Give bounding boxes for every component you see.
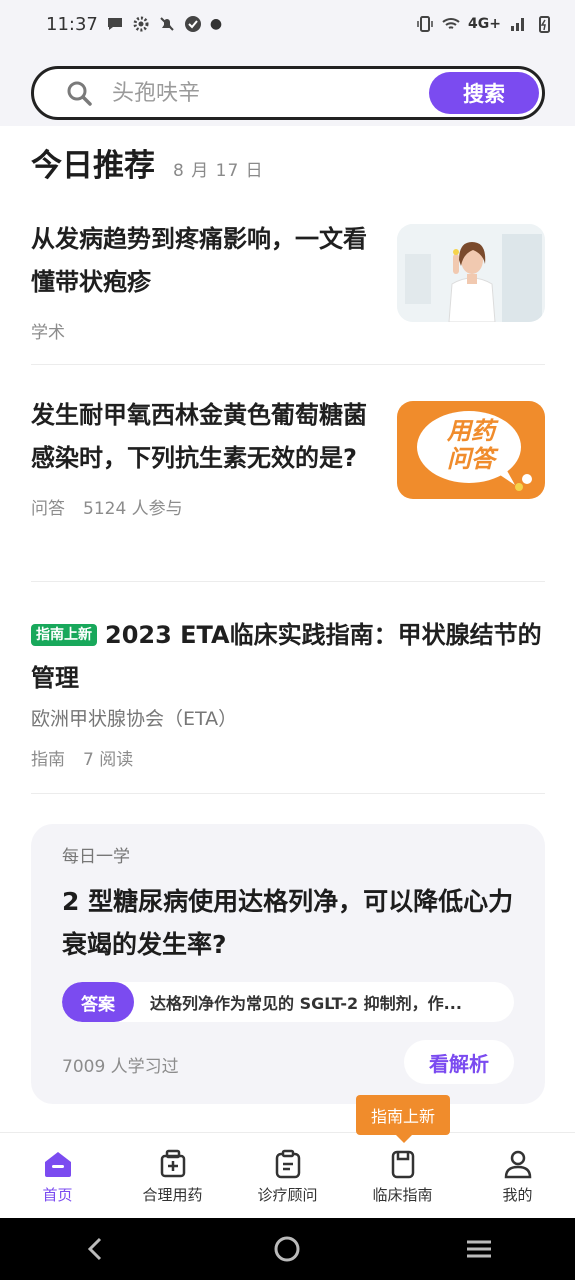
thumb-text-line1: 用药 [447, 417, 495, 445]
article-thumbnail-doctor [397, 224, 545, 322]
signal-icon [511, 18, 524, 31]
daily-question: 2 型糖尿病使用达格列净，可以降低心力衰竭的发生率? [62, 887, 514, 959]
wifi-icon [442, 18, 460, 29]
battery-icon [539, 16, 550, 33]
tab-medicine[interactable]: 合理用药 [115, 1133, 230, 1219]
message-icon [107, 18, 122, 30]
guideline-new-badge: 指南上新 [31, 624, 97, 646]
article-participants: 5124 人参与 [83, 499, 183, 519]
tab-label: 首页 [42, 1185, 73, 1204]
article-reads: 7 阅读 [83, 750, 134, 770]
gear-icon [133, 16, 149, 32]
article-card-quiz[interactable]: 发生耐甲氧西林金黄色葡萄糖菌感染时，下列抗生素无效的是? 问答 5124 人参与… [31, 394, 545, 519]
article-title: 2023 ETA临床实践指南：甲状腺结节的管理 [31, 621, 542, 692]
recommend-title: 今日推荐 [31, 148, 155, 184]
home-circle-icon[interactable] [272, 1234, 302, 1264]
bottom-tab-bar: 首页 合理用药 诊疗顾问 临床指南 我的 [0, 1132, 575, 1219]
divider [31, 581, 545, 582]
tab-profile[interactable]: 我的 [460, 1133, 575, 1219]
daily-label: 每日一学 [62, 847, 130, 867]
back-icon[interactable] [81, 1234, 111, 1264]
feed-content: 今日推荐 8 月 17 日 从发病趋势到疼痛影响，一文看懂带状疱疹 学术 发生耐… [0, 126, 575, 1132]
answer-tag: 答案 [62, 982, 134, 1022]
search-input[interactable] [110, 72, 429, 114]
status-bar: 11:37 ● 4G+ [0, 0, 575, 48]
view-analysis-button[interactable]: 看解析 [404, 1040, 514, 1084]
thumb-text-line2: 问答 [447, 445, 495, 473]
status-time: 11:37 [46, 13, 98, 35]
recents-icon[interactable] [464, 1234, 494, 1264]
article-tag: 问答 [31, 499, 65, 519]
search-bar: 搜索 [31, 66, 545, 120]
answer-preview[interactable]: 答案 达格列净作为常见的 SGLT-2 抑制剂，作... [62, 982, 514, 1022]
more-dot-icon: ● [209, 16, 223, 32]
search-button[interactable]: 搜索 [429, 72, 539, 114]
divider [31, 793, 545, 794]
medicine-box-icon [160, 1149, 185, 1177]
tab-label: 诊疗顾问 [257, 1185, 318, 1204]
vibrate-icon [417, 16, 433, 32]
article-source: 欧洲甲状腺协会（ETA） [31, 708, 238, 730]
clipboard-icon [275, 1149, 300, 1178]
tab-label: 临床指南 [372, 1185, 433, 1204]
home-icon [44, 1151, 71, 1177]
user-icon [504, 1150, 531, 1178]
tab-label: 合理用药 [142, 1185, 203, 1204]
article-title: 从发病趋势到疼痛影响，一文看懂带状疱疹 [31, 225, 367, 296]
article-thumbnail-quiz: 用药 问答 [397, 401, 545, 499]
article-title-row: 指南上新 2023 ETA临床实践指南：甲状腺结节的管理 [31, 614, 545, 700]
recommend-date: 8 月 17 日 [173, 161, 264, 181]
guideline-new-tooltip: 指南上新 [356, 1095, 450, 1143]
answer-text: 达格列净作为常见的 SGLT-2 抑制剂，作... [150, 994, 462, 1013]
daily-learner-count: 7009 人学习过 [62, 1057, 179, 1077]
article-meta: 指南 7 阅读 [31, 745, 545, 770]
search-icon [67, 81, 92, 106]
tab-label: 我的 [502, 1185, 533, 1204]
tab-home[interactable]: 首页 [0, 1133, 115, 1219]
article-card-guideline[interactable]: 指南上新 2023 ETA临床实践指南：甲状腺结节的管理 欧洲甲状腺协会（ETA）… [31, 614, 545, 770]
recommend-header: 今日推荐 8 月 17 日 [31, 140, 264, 185]
daily-learning-card[interactable]: 每日一学 2 型糖尿病使用达格列净，可以降低心力衰竭的发生率? 答案 达格列净作… [31, 824, 545, 1104]
article-tag: 指南 [31, 750, 65, 770]
divider [31, 364, 545, 365]
system-nav-bar [0, 1218, 575, 1280]
tab-guideline[interactable]: 临床指南 [345, 1133, 460, 1219]
bell-off-icon [160, 17, 174, 31]
check-circle-icon [184, 16, 201, 32]
article-title: 发生耐甲氧西林金黄色葡萄糖菌感染时，下列抗生素无效的是? [31, 401, 367, 472]
article-card-shingles[interactable]: 从发病趋势到疼痛影响，一文看懂带状疱疹 学术 [31, 218, 545, 343]
tab-consult[interactable]: 诊疗顾问 [230, 1133, 345, 1219]
article-tag: 学术 [31, 323, 65, 343]
book-icon [391, 1150, 414, 1178]
network-label: 4G+ [468, 16, 501, 32]
